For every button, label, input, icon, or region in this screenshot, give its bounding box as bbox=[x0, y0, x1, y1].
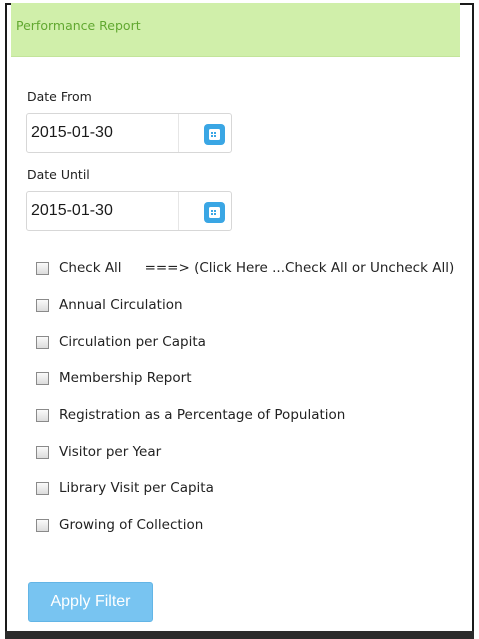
bottom-bar bbox=[5, 631, 474, 639]
date-from-calendar-button[interactable] bbox=[204, 124, 225, 145]
report-option-label: Growing of Collection bbox=[59, 517, 204, 533]
check-all-label: Check All bbox=[59, 260, 122, 276]
apply-filter-button[interactable]: Apply Filter bbox=[28, 582, 153, 622]
check-all-hint: ===> (Click Here ...Check All or Uncheck… bbox=[144, 260, 455, 276]
report-option-library-visit-per-capita[interactable]: Library Visit per Capita bbox=[36, 478, 214, 498]
report-option-registration-percentage[interactable]: Registration as a Percentage of Populati… bbox=[36, 405, 345, 425]
report-option-label: Circulation per Capita bbox=[59, 334, 206, 350]
annual-circulation-checkbox[interactable] bbox=[36, 298, 49, 312]
report-option-visitor-per-year[interactable]: Visitor per Year bbox=[36, 442, 161, 462]
date-until-field bbox=[26, 191, 232, 231]
growing-of-collection-checkbox[interactable] bbox=[36, 518, 49, 532]
report-option-label: Visitor per Year bbox=[59, 444, 162, 460]
report-option-membership-report[interactable]: Membership Report bbox=[36, 368, 191, 388]
report-option-label: Library Visit per Capita bbox=[59, 480, 214, 496]
calendar-icon bbox=[209, 207, 220, 218]
circulation-per-capita-checkbox[interactable] bbox=[36, 335, 49, 349]
report-option-label: Registration as a Percentage of Populati… bbox=[59, 407, 346, 423]
membership-report-checkbox[interactable] bbox=[36, 371, 49, 385]
date-from-field bbox=[26, 113, 232, 153]
check-all-row[interactable]: Check All ===> (Click Here ...Check All … bbox=[36, 258, 454, 278]
report-option-label: Membership Report bbox=[59, 370, 192, 386]
report-option-growing-of-collection[interactable]: Growing of Collection bbox=[36, 515, 203, 535]
check-all-checkbox[interactable] bbox=[36, 261, 49, 275]
date-until-calendar-button[interactable] bbox=[204, 202, 225, 223]
page-title: Performance Report bbox=[16, 18, 141, 33]
visitor-per-year-checkbox[interactable] bbox=[36, 445, 49, 459]
date-until-label: Date Until bbox=[27, 167, 90, 182]
report-option-annual-circulation[interactable]: Annual Circulation bbox=[36, 295, 183, 315]
date-from-label: Date From bbox=[27, 89, 92, 104]
date-until-input[interactable] bbox=[27, 192, 179, 230]
report-option-label: Annual Circulation bbox=[59, 297, 183, 313]
report-option-circulation-per-capita[interactable]: Circulation per Capita bbox=[36, 332, 206, 352]
calendar-icon bbox=[209, 129, 220, 140]
panel-header: Performance Report bbox=[11, 3, 460, 57]
date-from-input[interactable] bbox=[27, 114, 179, 152]
registration-percentage-checkbox[interactable] bbox=[36, 408, 49, 422]
library-visit-per-capita-checkbox[interactable] bbox=[36, 481, 49, 495]
